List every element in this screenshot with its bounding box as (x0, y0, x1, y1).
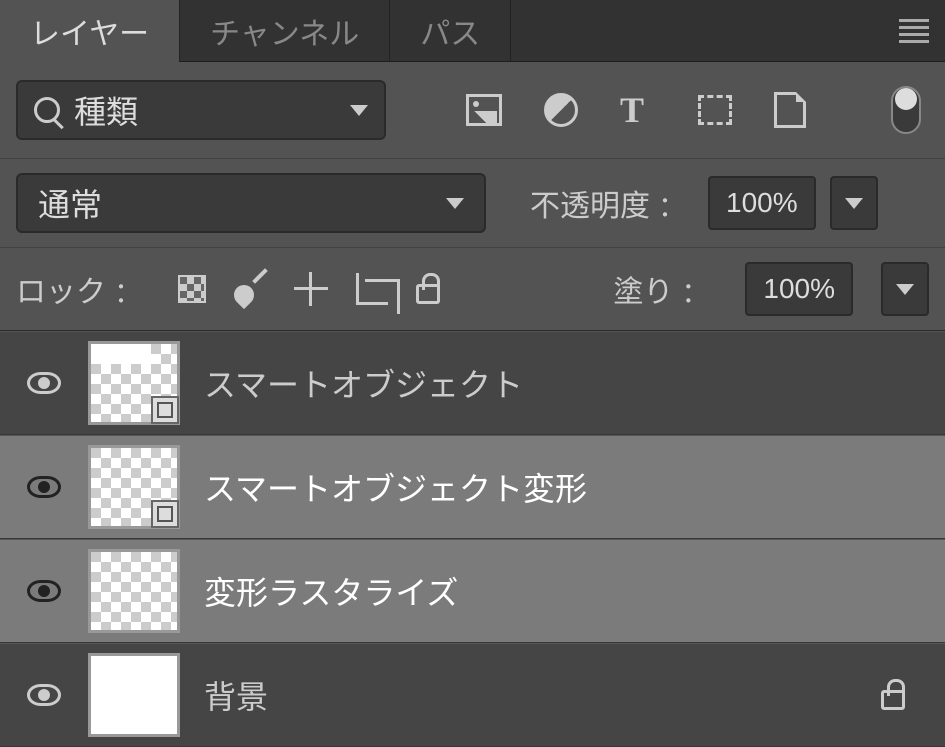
blend-mode-label: 通常 (38, 180, 446, 226)
lock-all-icon[interactable] (416, 284, 440, 304)
tab-layers[interactable]: レイヤー (0, 0, 180, 62)
visibility-toggle[interactable] (0, 372, 88, 394)
adjustment-layer-filter-icon[interactable] (544, 93, 578, 127)
chevron-down-icon (896, 284, 914, 295)
layer-name[interactable]: スマートオブジェクト変形 (204, 464, 587, 510)
layer-row[interactable]: スマートオブジェクト (0, 331, 945, 435)
search-icon (34, 97, 60, 123)
eye-icon (27, 684, 61, 706)
layer-thumbnail[interactable] (88, 341, 180, 425)
pixel-layer-filter-icon[interactable] (466, 94, 502, 126)
lock-artboard-icon[interactable] (356, 273, 388, 305)
opacity-label: 不透明度： (530, 181, 694, 225)
filter-type-icons: T (466, 92, 806, 128)
fill-label: 塗り： (613, 267, 717, 311)
panel-menu-icon[interactable] (899, 15, 929, 47)
layer-row[interactable]: スマートオブジェクト変形 (0, 435, 945, 539)
visibility-toggle[interactable] (0, 684, 88, 706)
fill-dropdown[interactable] (881, 262, 929, 316)
layer-name[interactable]: 背景 (204, 672, 268, 718)
eye-icon (27, 580, 61, 602)
blend-row: 通常 不透明度： 100% (0, 158, 945, 247)
opacity-value[interactable]: 100% (708, 176, 816, 230)
visibility-toggle[interactable] (0, 476, 88, 498)
layer-row[interactable]: 変形ラスタライズ (0, 539, 945, 643)
lock-row: ロック： 塗り： 100% (0, 247, 945, 330)
layer-row[interactable]: 背景 (0, 643, 945, 747)
visibility-toggle[interactable] (0, 580, 88, 602)
layer-thumbnail[interactable] (88, 445, 180, 529)
filter-label: 種類 (74, 87, 350, 133)
chevron-down-icon (446, 198, 464, 209)
blend-mode-select[interactable]: 通常 (16, 173, 486, 233)
layers-list: スマートオブジェクトスマートオブジェクト変形変形ラスタライズ背景 (0, 330, 945, 747)
lock-transparency-icon[interactable] (178, 275, 206, 303)
layer-name[interactable]: 変形ラスタライズ (204, 568, 458, 614)
smart-object-filter-icon[interactable] (774, 92, 806, 128)
lock-label: ロック： (16, 267, 150, 311)
filter-type-select[interactable]: 種類 (16, 80, 386, 140)
smart-object-badge-icon (151, 396, 179, 424)
opacity-dropdown[interactable] (830, 176, 878, 230)
shape-layer-filter-icon[interactable] (698, 95, 732, 125)
tab-channels[interactable]: チャンネル (180, 0, 390, 62)
panel-tabs: レイヤー チャンネル パス (0, 0, 945, 62)
smart-object-badge-icon (151, 500, 179, 528)
filter-toggle[interactable] (891, 86, 921, 134)
chevron-down-icon (845, 198, 863, 209)
layer-thumbnail[interactable] (88, 653, 180, 737)
eye-icon (27, 372, 61, 394)
lock-icon[interactable] (881, 690, 905, 710)
type-layer-filter-icon[interactable]: T (620, 94, 656, 126)
eye-icon (27, 476, 61, 498)
layer-name[interactable]: スマートオブジェクト (204, 360, 523, 406)
layer-thumbnail[interactable] (88, 549, 180, 633)
tab-paths[interactable]: パス (390, 0, 511, 62)
filter-row: 種類 T (0, 62, 945, 158)
chevron-down-icon (350, 105, 368, 116)
fill-value[interactable]: 100% (745, 262, 853, 316)
lock-position-icon[interactable] (294, 272, 328, 306)
lock-image-icon[interactable] (234, 273, 266, 305)
